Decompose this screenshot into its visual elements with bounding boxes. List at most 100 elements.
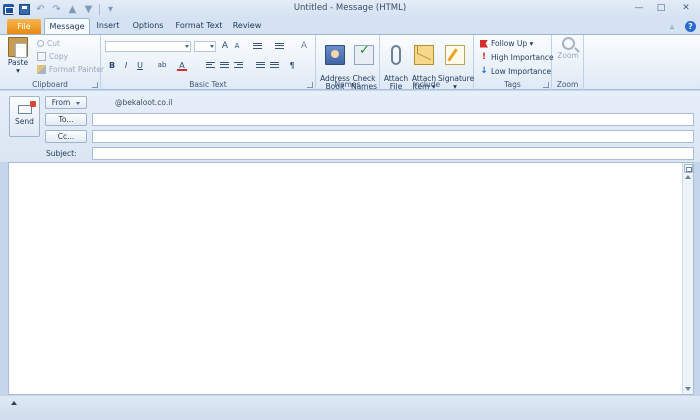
tab-insert[interactable]: Insert <box>94 18 122 34</box>
font-size-combo[interactable] <box>194 41 216 52</box>
ribbon-tabs: File Message Insert Options Format Text … <box>0 18 700 34</box>
outlook-app-icon[interactable] <box>3 3 14 15</box>
font-size-dropdown-icon[interactable] <box>210 45 214 48</box>
tab-review[interactable]: Review <box>230 18 264 34</box>
undo-icon[interactable]: ↶ <box>35 4 46 15</box>
address-book-button[interactable]: Address Book <box>320 37 350 99</box>
scroll-down-icon[interactable] <box>685 387 691 391</box>
ribbon: Paste ▾ Cut Copy Format Painter Clipboar… <box>0 34 700 91</box>
increase-indent-icon[interactable] <box>270 62 279 70</box>
copy-icon <box>37 52 46 61</box>
customize-qat-icon[interactable]: ▾ <box>105 4 116 15</box>
title-bar: ↶ ↷ ▲ ▼ ▾ Untitled - Message (HTML) — □ … <box>0 0 700 18</box>
names-group: Address Book Check Names Names <box>316 35 380 91</box>
qat-separator <box>99 3 100 15</box>
message-header: Send From @bekaloot.co.il To... Cc... Su… <box>0 91 700 162</box>
clipboard-dialog-launcher-icon[interactable] <box>92 82 98 88</box>
quick-access-toolbar: ↶ ↷ ▲ ▼ ▾ <box>0 0 116 18</box>
message-body[interactable] <box>8 162 694 395</box>
tab-file[interactable]: File <box>7 19 41 34</box>
redo-icon[interactable]: ↷ <box>51 4 62 15</box>
people-pane-bar <box>0 396 700 420</box>
previous-item-icon[interactable]: ▲ <box>67 4 78 15</box>
maximize-button[interactable]: □ <box>650 0 672 16</box>
check-names-icon <box>354 45 374 65</box>
magnifier-icon <box>561 37 575 50</box>
format-painter-label: Format Painter <box>49 65 105 74</box>
exclamation-icon: ! <box>481 52 487 62</box>
shrink-font-button[interactable]: A <box>232 41 242 52</box>
bold-button[interactable]: B <box>107 60 117 71</box>
paste-icon <box>8 37 28 58</box>
align-center-icon[interactable] <box>220 62 229 70</box>
tags-dialog-launcher-icon[interactable] <box>543 82 549 88</box>
grow-font-button[interactable]: A <box>220 41 230 52</box>
save-icon[interactable] <box>19 3 30 15</box>
names-group-label: Names <box>334 80 361 89</box>
scroll-up-icon[interactable] <box>685 175 691 179</box>
next-item-icon[interactable]: ▼ <box>83 4 94 15</box>
cc-field[interactable] <box>92 130 694 143</box>
minimize-button[interactable]: — <box>628 0 650 16</box>
clear-formatting-icon[interactable]: A <box>299 41 309 52</box>
send-button[interactable]: Send <box>9 96 40 137</box>
font-name-dropdown-icon[interactable] <box>185 45 189 48</box>
to-button[interactable]: To... <box>45 113 87 126</box>
view-ruler-icon[interactable] <box>684 164 693 173</box>
zoom-group: Zoom Zoom <box>552 35 584 90</box>
subject-field[interactable] <box>92 147 694 160</box>
basic-text-dialog-launcher-icon[interactable] <box>307 82 313 88</box>
font-name-combo[interactable] <box>105 41 191 52</box>
high-importance-button[interactable]: ! High Importance <box>480 52 554 63</box>
copy-button[interactable]: Copy <box>37 51 68 62</box>
vertical-scrollbar[interactable] <box>682 163 693 394</box>
copy-label: Copy <box>49 52 69 61</box>
tags-group-label: Tags <box>504 80 521 89</box>
format-painter-button[interactable]: Format Painter <box>37 64 104 75</box>
italic-button[interactable]: I <box>121 60 131 71</box>
paste-button[interactable]: Paste ▾ <box>6 37 30 75</box>
follow-up-label: Follow Up ▾ <box>491 39 534 48</box>
attach-item-icon <box>414 45 434 65</box>
include-group: Attach File Attach Item ▾ Signature ▾ In… <box>380 35 474 91</box>
follow-up-button[interactable]: Follow Up ▾ <box>480 38 533 49</box>
cut-label: Cut <box>47 39 60 48</box>
from-email: @bekaloot.co.il <box>115 98 173 107</box>
paste-dropdown-caret[interactable]: ▾ <box>6 67 30 75</box>
to-field[interactable] <box>92 113 694 126</box>
help-icon[interactable]: ? <box>685 21 696 32</box>
down-arrow-icon: ↓ <box>480 66 488 76</box>
clipboard-group: Paste ▾ Cut Copy Format Painter Clipboar… <box>0 35 104 90</box>
close-button[interactable]: ✕ <box>672 0 700 16</box>
highlight-button[interactable]: ab <box>155 60 169 71</box>
zoom-group-label: Zoom <box>556 80 579 89</box>
from-dropdown-icon <box>76 101 81 105</box>
font-color-button[interactable]: A <box>177 60 187 71</box>
check-names-button[interactable]: Check Names <box>350 37 378 99</box>
paragraph-mark-icon[interactable]: ¶ <box>287 60 297 71</box>
flag-icon <box>480 39 488 48</box>
tags-group: Follow Up ▾ ! High Importance ↓ Low Impo… <box>474 35 554 90</box>
attach-file-button[interactable]: Attach File <box>383 37 409 99</box>
decrease-indent-icon[interactable] <box>256 62 265 70</box>
bullets-icon[interactable] <box>253 43 262 51</box>
basic-text-group: A A A B I U ab A ¶ Basic Text <box>101 35 316 90</box>
align-right-icon[interactable] <box>234 62 243 70</box>
numbering-icon[interactable] <box>275 43 284 51</box>
cc-button[interactable]: Cc... <box>45 130 87 143</box>
collapse-ribbon-icon[interactable]: ▵ <box>670 21 680 32</box>
tab-options[interactable]: Options <box>130 18 166 34</box>
signature-button[interactable]: Signature ▾ <box>438 37 474 99</box>
low-importance-button[interactable]: ↓ Low Importance <box>480 66 551 77</box>
attach-item-button[interactable]: Attach Item ▾ <box>410 37 438 99</box>
expand-people-pane-icon[interactable] <box>11 401 17 405</box>
address-book-icon <box>325 45 345 65</box>
zoom-button[interactable]: Zoom <box>555 37 581 60</box>
tab-format-text[interactable]: Format Text <box>174 18 224 34</box>
tab-message[interactable]: Message <box>44 18 90 34</box>
underline-button[interactable]: U <box>135 60 145 71</box>
cut-button[interactable]: Cut <box>37 38 60 49</box>
send-label: Send <box>15 117 34 126</box>
from-button[interactable]: From <box>45 96 87 109</box>
align-left-icon[interactable] <box>206 62 215 70</box>
